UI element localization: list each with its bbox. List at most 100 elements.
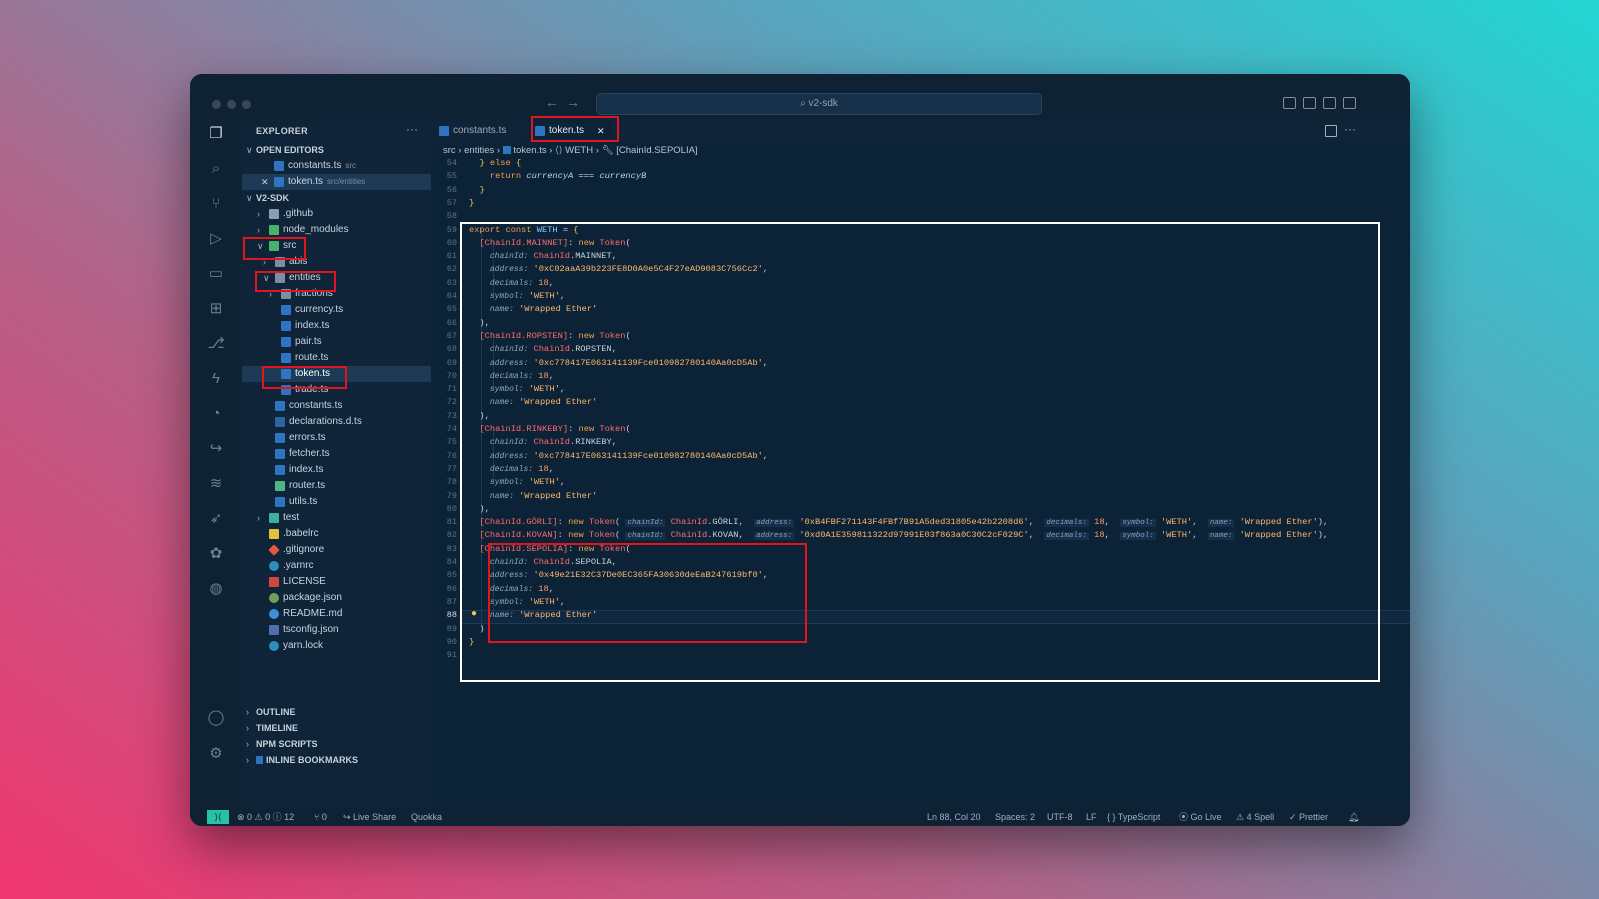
settings-gear-icon[interactable]: ⚙ [206,744,226,764]
open-editor-item[interactable]: ✕ token.ts src/entities [242,174,431,190]
tree-folder-src[interactable]: ∨ src [242,238,431,254]
typescript-file-icon [281,337,291,347]
tree-file[interactable]: currency.ts [242,302,431,318]
tree-file[interactable]: pair.ts [242,334,431,350]
customize-layout-icon[interactable] [1343,97,1356,109]
tree-folder[interactable]: › fractions [242,286,431,302]
eol-indicator[interactable]: LF [1086,808,1097,826]
tree-file[interactable]: index.ts [242,462,431,478]
line-number: 65 [446,304,457,315]
deploy-icon[interactable]: ➶ [206,509,226,529]
prettier-indicator[interactable]: ✓ Prettier [1289,808,1328,826]
language-mode[interactable]: { } TypeScript [1107,808,1160,826]
run-debug-icon[interactable]: ▷ [206,229,226,249]
notifications-bell-icon[interactable]: 🔔︎ [1348,808,1359,826]
more-actions-icon[interactable]: ··· [1344,122,1356,136]
explorer-icon[interactable]: ❐ [206,124,226,144]
tree-file[interactable]: index.ts [242,318,431,334]
docker-icon[interactable]: ≋ [206,474,226,494]
tree-file[interactable]: package.json [242,590,431,606]
lightning-icon[interactable]: ϟ [206,369,226,389]
typescript-file-icon [274,161,284,171]
yarn-file-icon [269,561,279,571]
tree-folder[interactable]: › abis [242,254,431,270]
tree-file[interactable]: yarn.lock [242,638,431,654]
compass-icon[interactable]: ◍ [206,579,226,599]
license-file-icon [269,577,279,587]
git-graph-icon[interactable]: ⎇ [206,334,226,354]
breadcrumb-item[interactable]: WETH [565,145,593,156]
close-tab-icon[interactable]: ✕ [597,120,605,142]
remote-explorer-icon[interactable]: ▭ [206,264,226,284]
open-editor-item[interactable]: constants.ts src [242,158,431,174]
tree-file[interactable]: .gitignore [242,542,431,558]
toggle-secondary-sidebar-icon[interactable] [1323,97,1336,109]
tree-file[interactable]: fetcher.ts [242,446,431,462]
problems-indicator[interactable]: ⊗ 0 ⚠ 0 ⓘ 12 [237,808,294,826]
tree-file[interactable]: .babelrc [242,526,431,542]
tree-file[interactable]: router.ts [242,478,431,494]
lightbulb-icon[interactable]: ● [471,608,477,619]
open-editors-section[interactable]: ∨ OPEN EDITORS [242,142,431,158]
tree-file[interactable]: utils.ts [242,494,431,510]
tree-file[interactable]: route.ts [242,350,431,366]
tab-token[interactable]: token.ts ✕ [527,120,611,142]
more-actions-icon[interactable]: ··· [406,122,418,136]
tree-file[interactable]: declarations.d.ts [242,414,431,430]
forward-arrow-icon[interactable]: → [566,94,580,110]
line-number: 90 [446,636,457,647]
spell-indicator[interactable]: ⚠ 4 Spell [1236,808,1274,826]
breadcrumb-item[interactable]: token.ts [513,145,546,156]
folder-icon [269,513,279,523]
quokka-button[interactable]: Quokka [411,808,442,826]
account-icon[interactable]: ◯ [206,708,226,728]
code-line: ), [469,317,490,328]
extensions-icon[interactable]: ⊞ [206,299,226,319]
encoding-indicator[interactable]: UTF-8 [1047,808,1073,826]
bug-icon[interactable]: ✿ [206,544,226,564]
close-icon[interactable]: ✕ [261,174,271,190]
tree-file[interactable]: trade.ts [242,382,431,398]
project-section[interactable]: ∨ V2-SDK [242,190,431,206]
cursor-position[interactable]: Ln 88, Col 20 [927,808,981,826]
toggle-panel-icon[interactable] [1303,97,1316,109]
tree-file[interactable]: tsconfig.json [242,622,431,638]
breadcrumb-item[interactable]: entities [464,145,494,156]
remote-indicator-icon[interactable]: ⟩⟨ [207,810,229,824]
go-live-button[interactable]: ⦿ Go Live [1179,808,1222,826]
breadcrumb-item[interactable]: src [443,145,456,156]
split-editor-icon[interactable] [1325,125,1337,137]
tree-file-token[interactable]: token.ts [242,366,431,382]
inline-bookmarks-section[interactable]: › INLINE BOOKMARKS [242,752,431,768]
minimize-window-button[interactable] [227,100,236,109]
timeline-icon[interactable]: ◔ [206,404,226,424]
ports-indicator[interactable]: ⑂ 0 [314,808,327,826]
outline-section[interactable]: › OUTLINE [242,704,431,720]
tree-folder-entities[interactable]: ∨ entities [242,270,431,286]
tree-file[interactable]: constants.ts [242,398,431,414]
typescript-file-icon [274,177,284,187]
tree-folder[interactable]: › node_modules [242,222,431,238]
timeline-section[interactable]: › TIMELINE [242,720,431,736]
tree-folder[interactable]: › .github [242,206,431,222]
zoom-window-button[interactable] [242,100,251,109]
live-share-icon[interactable]: ↪ [206,439,226,459]
command-center-search[interactable]: ⌕ v2-sdk [596,93,1042,115]
close-window-button[interactable] [212,100,221,109]
tree-file[interactable]: README.md [242,606,431,622]
tree-folder[interactable]: › test [242,510,431,526]
breadcrumb-item[interactable]: [ChainId.SEPOLIA] [616,145,697,156]
chevron-right-icon: › [246,707,249,717]
folder-icon [269,209,279,219]
live-share-button[interactable]: ↪ Live Share [343,808,396,826]
npm-scripts-section[interactable]: › NPM SCRIPTS [242,736,431,752]
tab-constants[interactable]: constants.ts [431,120,525,142]
back-arrow-icon[interactable]: ← [545,94,559,110]
tree-file[interactable]: .yarnrc [242,558,431,574]
tree-file[interactable]: LICENSE [242,574,431,590]
source-control-icon[interactable]: ⑂ [206,194,226,214]
tree-file[interactable]: errors.ts [242,430,431,446]
toggle-sidebar-icon[interactable] [1283,97,1296,109]
indentation-indicator[interactable]: Spaces: 2 [995,808,1035,826]
search-icon[interactable]: ⌕ [206,159,226,179]
